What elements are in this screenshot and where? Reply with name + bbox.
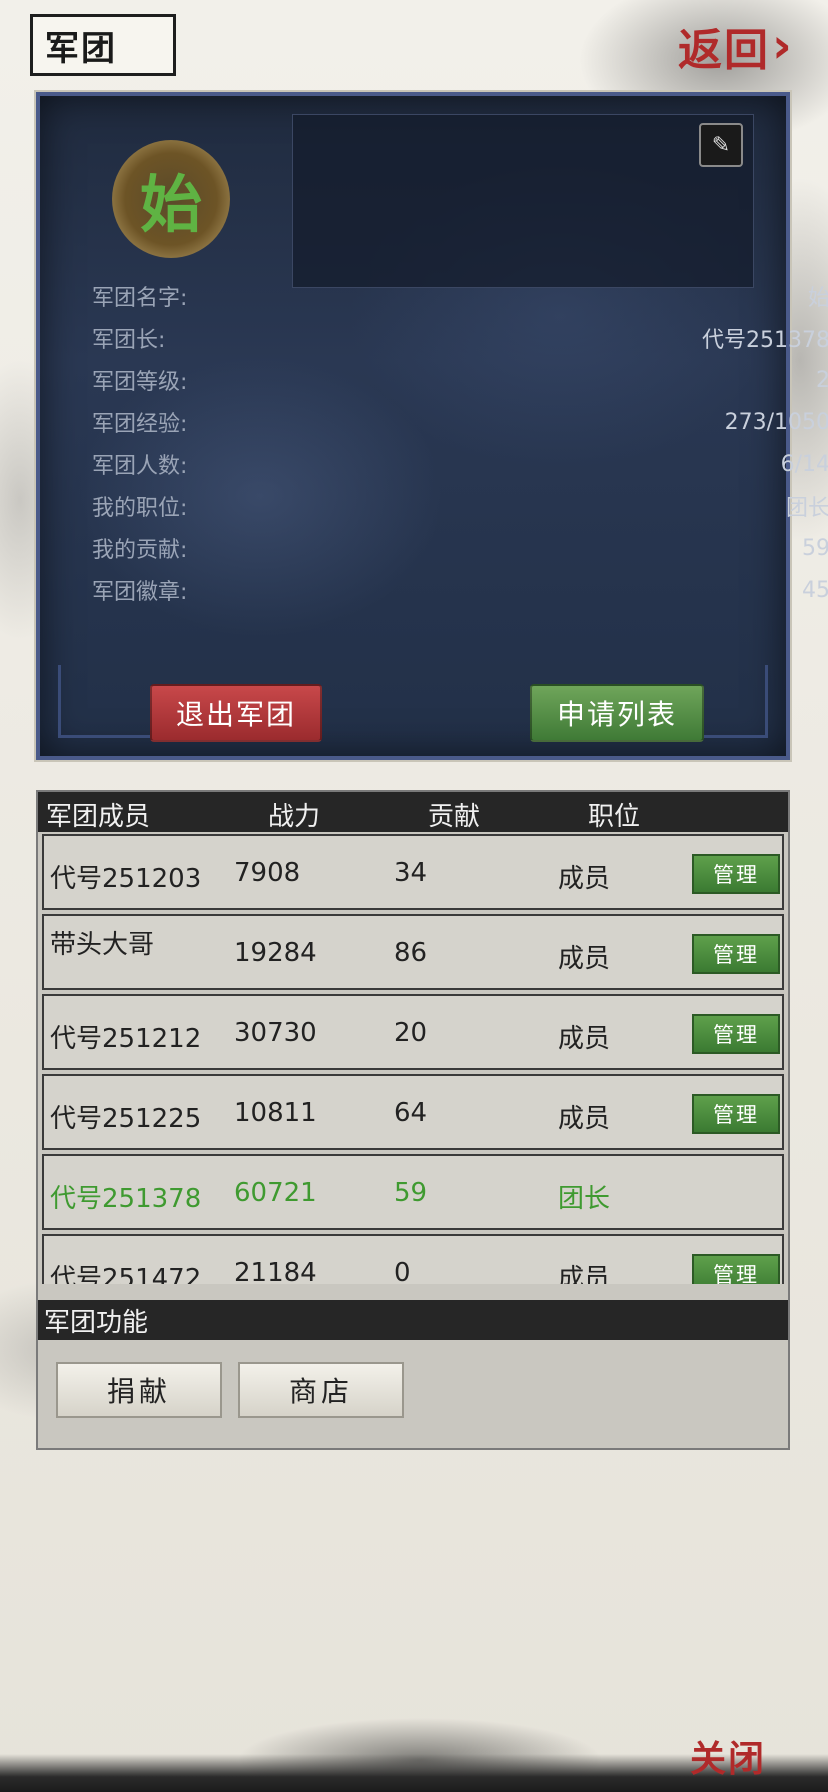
info-value: 团长: [785, 496, 828, 521]
edit-notice-button[interactable]: ✎: [699, 123, 743, 167]
info-label: 军团人数:: [92, 454, 188, 479]
info-row-level: 军团等级: 2: [92, 360, 828, 400]
manage-button[interactable]: 管理: [692, 854, 780, 894]
info-value: 代号251378: [702, 328, 828, 353]
header-position: 职位: [588, 802, 641, 832]
member-power: 30730: [234, 1018, 317, 1048]
info-label: 军团等级:: [92, 370, 188, 395]
legion-info-panel: 始 ✎ 军团名字: 始 军团长: 代号251378 军团等级: 2 军团经验: …: [34, 90, 828, 762]
member-row-self[interactable]: 代号251378 60721 59 团长: [42, 1154, 784, 1230]
member-role: 成员: [558, 1104, 611, 1134]
legion-functions-header: 军团功能: [38, 1300, 788, 1340]
member-name: 带头大哥: [50, 930, 155, 960]
edit-icon: ✎: [711, 132, 731, 158]
manage-button[interactable]: 管理: [692, 1014, 780, 1054]
close-button[interactable]: 关闭: [690, 1730, 790, 1780]
members-list[interactable]: 代号251203 7908 34 成员 管理 带头大哥 19284 86 成员 …: [38, 834, 788, 1284]
members-table-header: 军团成员 战力 贡献 职位: [38, 792, 788, 832]
member-name: 代号251472: [50, 1264, 202, 1284]
member-row[interactable]: 带头大哥 19284 86 成员 管理: [42, 914, 784, 990]
manage-button[interactable]: 管理: [692, 934, 780, 974]
info-row-position: 我的职位: 团长: [92, 486, 828, 526]
member-role: 团长: [558, 1184, 611, 1214]
info-row-contribution: 我的贡献: 59: [92, 528, 828, 568]
quit-legion-button[interactable]: 退出军团: [150, 684, 322, 742]
legion-emblem: 始: [112, 140, 230, 258]
header-member: 军团成员: [46, 802, 151, 832]
member-contribution: 20: [394, 1018, 428, 1048]
info-value: 273/1050: [724, 409, 828, 435]
member-contribution: 64: [394, 1098, 428, 1128]
shop-button[interactable]: 商店: [238, 1362, 404, 1418]
header-power: 战力: [268, 802, 321, 832]
apply-list-button[interactable]: 申请列表: [530, 684, 704, 742]
member-role: 成员: [558, 1264, 611, 1284]
chevron-right-icon: ›: [772, 18, 794, 74]
page-title: 军团: [30, 14, 176, 76]
member-name: 代号251378: [50, 1184, 202, 1214]
info-label: 军团经验:: [92, 412, 188, 437]
members-panel: 军团成员 战力 贡献 职位 代号251203 7908 34 成员 管理 带头大…: [36, 790, 790, 1450]
info-label: 我的贡献:: [92, 538, 188, 563]
member-role: 成员: [558, 864, 611, 894]
member-power: 19284: [234, 938, 317, 968]
member-role: 成员: [558, 1024, 611, 1054]
member-power: 21184: [234, 1258, 317, 1284]
info-row-count: 军团人数: 6/14: [92, 444, 828, 484]
member-power: 10811: [234, 1098, 317, 1128]
info-label: 军团徽章:: [92, 580, 188, 605]
member-contribution: 0: [394, 1258, 411, 1284]
manage-button[interactable]: 管理: [692, 1254, 780, 1284]
info-label: 军团名字:: [92, 286, 188, 311]
member-power: 60721: [234, 1178, 317, 1208]
info-label: 我的职位:: [92, 496, 188, 521]
member-row[interactable]: 代号251212 30730 20 成员 管理: [42, 994, 784, 1070]
member-contribution: 86: [394, 938, 428, 968]
info-row-badges: 军团徽章: 45: [92, 570, 828, 610]
info-value: 6/14: [780, 451, 828, 477]
back-label: 返回: [678, 25, 770, 76]
header-contribution: 贡献: [428, 802, 481, 832]
member-power: 7908: [234, 858, 301, 888]
back-button[interactable]: 返回 ›: [678, 16, 818, 76]
info-label: 军团长:: [92, 328, 166, 353]
member-name: 代号251203: [50, 864, 202, 894]
member-name: 代号251225: [50, 1104, 202, 1134]
member-role: 成员: [558, 944, 611, 974]
manage-button[interactable]: 管理: [692, 1094, 780, 1134]
member-name: 代号251212: [50, 1024, 202, 1054]
member-contribution: 34: [394, 858, 428, 888]
corner-decoration: [58, 665, 151, 738]
info-row-exp: 军团经验: 273/1050: [92, 402, 828, 442]
member-contribution: 59: [394, 1178, 428, 1208]
info-value: 45: [802, 577, 828, 603]
info-row-leader: 军团长: 代号251378: [92, 318, 828, 358]
info-value: 始: [807, 286, 828, 311]
info-row-name: 军团名字: 始: [92, 276, 828, 316]
donate-button[interactable]: 捐献: [56, 1362, 222, 1418]
info-value: 2: [816, 367, 828, 393]
legion-notice-box: ✎: [292, 114, 754, 288]
member-row[interactable]: 代号251472 21184 0 成员 管理: [42, 1234, 784, 1284]
info-value: 59: [802, 535, 828, 561]
member-row[interactable]: 代号251225 10811 64 成员 管理: [42, 1074, 784, 1150]
member-row[interactable]: 代号251203 7908 34 成员 管理: [42, 834, 784, 910]
